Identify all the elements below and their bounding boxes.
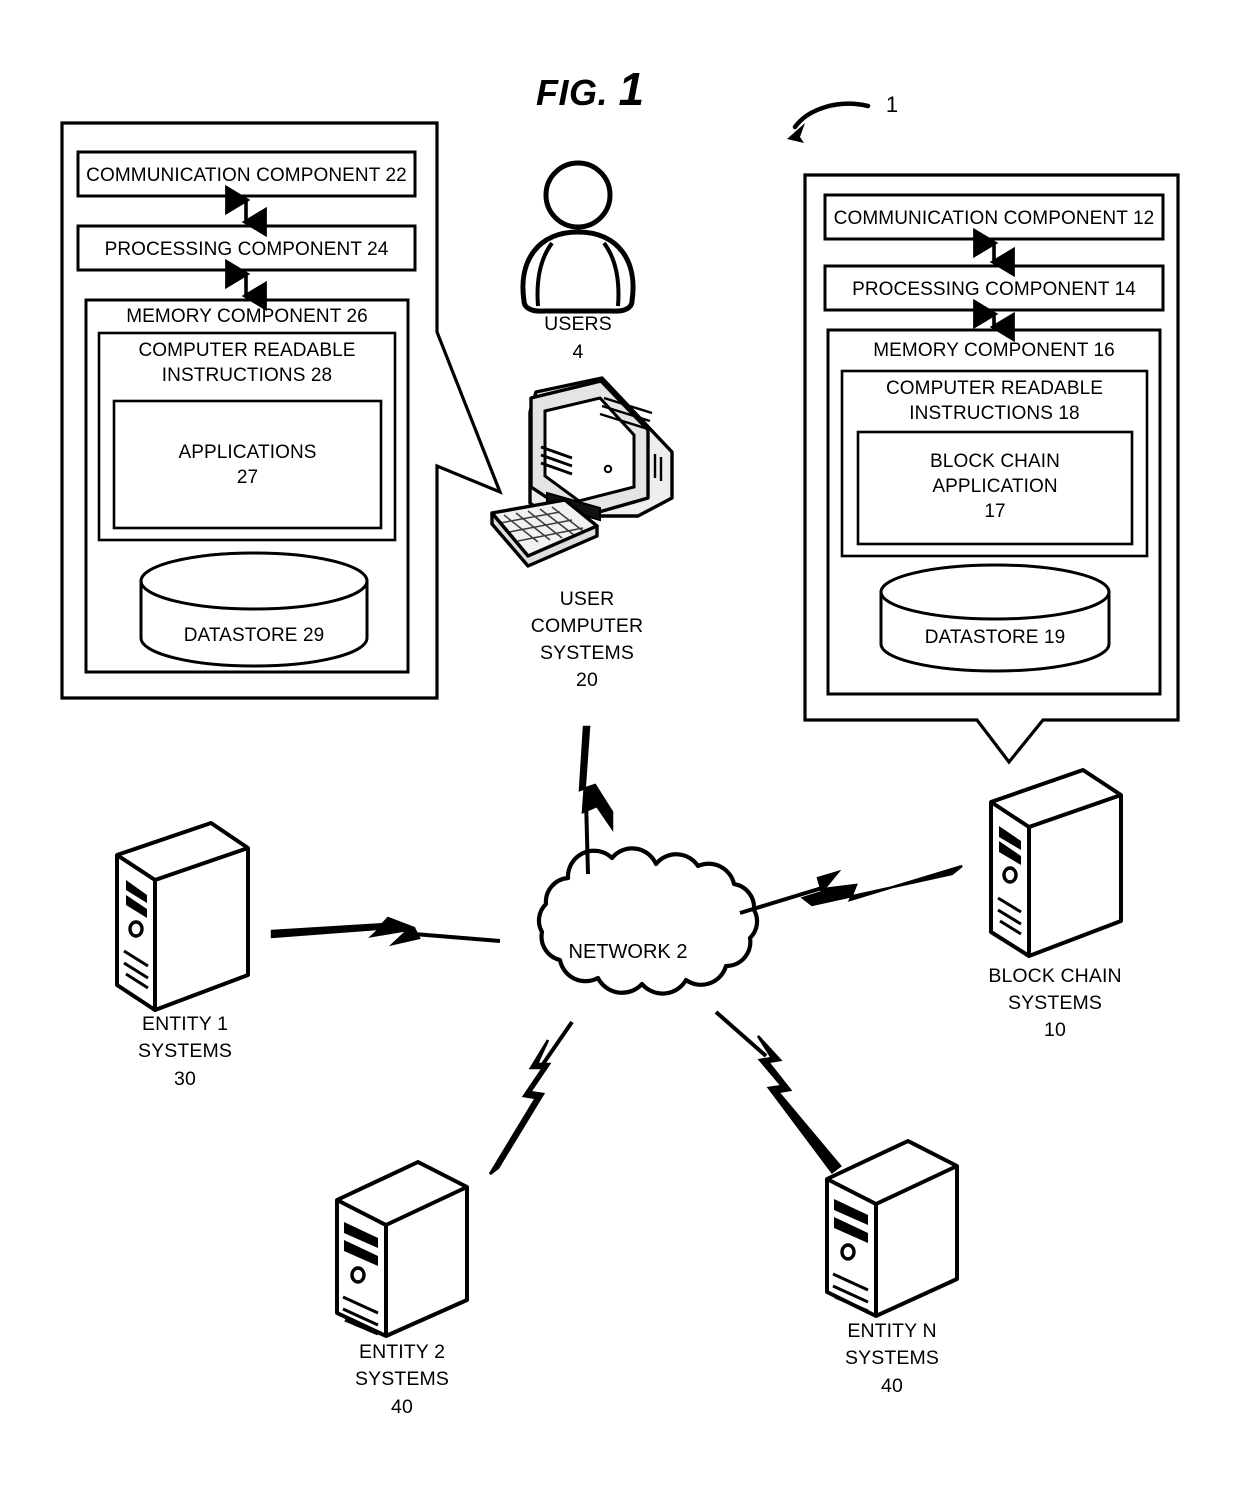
user-computer-icon: [490, 376, 674, 568]
entity-n-systems-label: ENTITY N SYSTEMS: [845, 1320, 939, 1369]
communication-component-22-label: COMMUNICATION COMPONENT 22: [86, 165, 407, 186]
link-entity2-network: [488, 1020, 574, 1176]
link-entityN-network: [714, 1010, 842, 1174]
entity-n-systems-ref: 40: [881, 1375, 903, 1397]
overall-reference-arrow: [787, 101, 871, 143]
network-cloud: [536, 846, 760, 996]
computer-readable-instructions-18-label: COMPUTER READABLE INSTRUCTIONS 18: [885, 378, 1104, 424]
datastore-19-label: DATASTORE 19: [924, 627, 1066, 648]
entity-2-server-icon: [335, 1160, 469, 1338]
entity-2-systems-label: ENTITY 2 SYSTEMS: [355, 1341, 449, 1390]
communication-component-12-label: COMMUNICATION COMPONENT 12: [833, 208, 1155, 229]
link-entity1-network: [270, 916, 501, 947]
user-computer-systems-label: USER COMPUTER SYSTEMS: [530, 588, 644, 664]
network-label: NETWORK 2: [568, 941, 688, 963]
entity-1-server-icon: [115, 821, 250, 1012]
memory-component-16-label: MEMORY COMPONENT 16: [873, 340, 1115, 361]
link-blockchain-network: [739, 864, 963, 915]
figure-title-number: 1: [618, 63, 645, 115]
applications-27-label: APPLICATIONS 27: [178, 442, 317, 488]
processing-component-14-label: PROCESSING COMPONENT 14: [852, 279, 1136, 300]
entity-1-systems-label: ENTITY 1 SYSTEMS: [138, 1013, 232, 1062]
figure-page: FIG. 1 1 COMMUNICATION COMPONENT 22 PROC…: [0, 0, 1240, 1494]
datastore-19-cylinder: [879, 563, 1111, 673]
memory-component-26-label: MEMORY COMPONENT 26: [126, 306, 368, 327]
block-chain-inner-boxes: [823, 193, 1165, 696]
users-label: USERS: [544, 313, 612, 335]
users-person-icon: [520, 160, 636, 314]
user-computer-inner-boxes: [76, 150, 417, 674]
figure-title: FIG. 1: [536, 62, 645, 116]
users-ref: 4: [572, 341, 584, 363]
block-chain-server-icon: [989, 768, 1123, 958]
user-computer-systems-ref: 20: [576, 669, 598, 691]
figure-title-prefix: FIG.: [536, 72, 608, 113]
datastore-29-label: DATASTORE 29: [183, 625, 325, 646]
entity-n-server-icon: [825, 1139, 959, 1318]
block-chain-application-17-label: BLOCK CHAIN APPLICATION 17: [930, 451, 1060, 522]
entity-1-systems-ref: 30: [174, 1068, 196, 1090]
datastore-29-cylinder: [139, 551, 369, 668]
block-chain-systems-ref: 10: [1044, 1019, 1066, 1041]
overall-reference-number: 1: [885, 92, 899, 117]
processing-component-24-label: PROCESSING COMPONENT 24: [104, 239, 389, 260]
computer-readable-instructions-28-label: COMPUTER READABLE INSTRUCTIONS 28: [138, 340, 356, 386]
block-chain-systems-label: BLOCK CHAIN SYSTEMS: [988, 965, 1122, 1014]
entity-2-systems-ref: 40: [391, 1396, 413, 1418]
